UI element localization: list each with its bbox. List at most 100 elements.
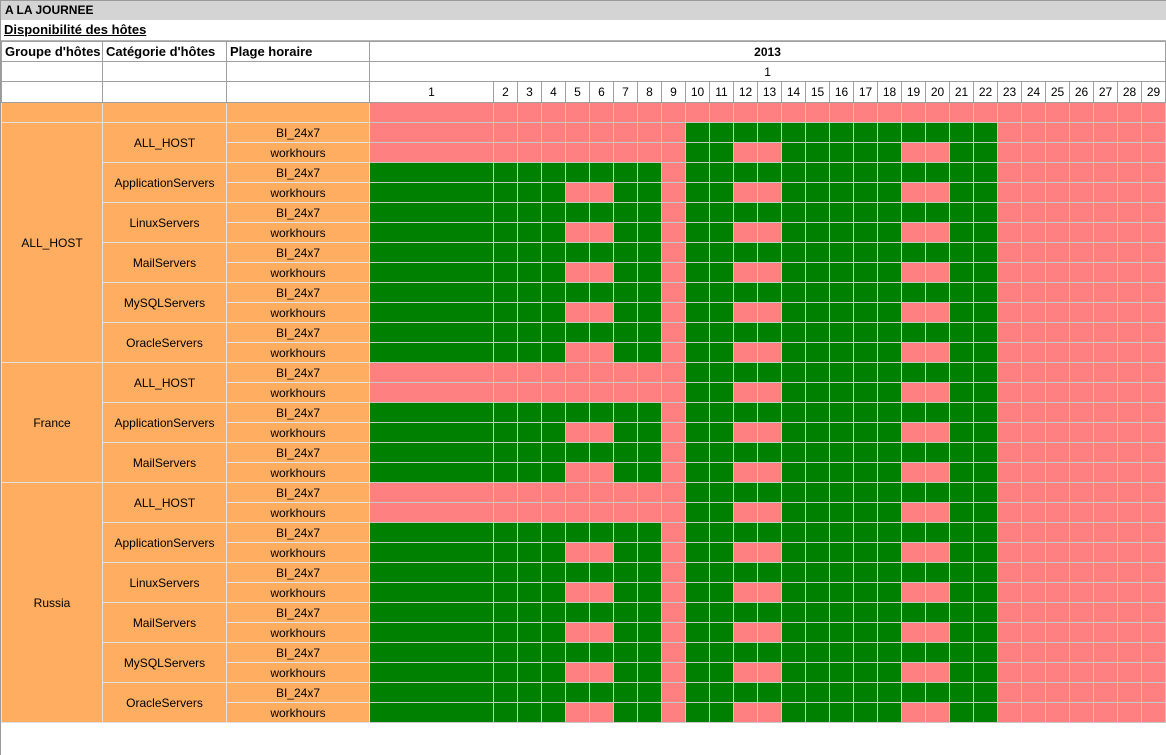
- status-cell-available: [806, 223, 830, 243]
- status-cell-available: [638, 563, 662, 583]
- status-cell-available: [806, 383, 830, 403]
- status-cell-available: [902, 243, 926, 263]
- status-cell-available: [370, 303, 494, 323]
- status-cell-available: [494, 683, 518, 703]
- status-cell-unavailable: [734, 183, 758, 203]
- status-cell-available: [494, 543, 518, 563]
- data-row: OracleServersBI_24x7: [2, 683, 1166, 703]
- timeperiod-cell: BI_24x7: [227, 603, 370, 623]
- day-header: 25: [1046, 82, 1070, 103]
- status-cell-available: [638, 303, 662, 323]
- status-cell-available: [758, 523, 782, 543]
- status-cell-unavailable: [566, 263, 590, 283]
- status-cell-unavailable: [1094, 523, 1118, 543]
- status-cell-available: [782, 643, 806, 663]
- status-cell-unavailable: [782, 103, 806, 123]
- status-cell-unavailable: [1094, 563, 1118, 583]
- status-cell-available: [782, 503, 806, 523]
- status-cell-available: [854, 563, 878, 583]
- status-cell-unavailable: [614, 123, 638, 143]
- category-cell: MailServers: [103, 603, 227, 643]
- status-cell-available: [494, 243, 518, 263]
- status-cell-unavailable: [662, 503, 686, 523]
- status-cell-available: [518, 303, 542, 323]
- status-cell-available: [370, 703, 494, 723]
- status-cell-unavailable: [1142, 583, 1166, 603]
- status-cell-available: [370, 463, 494, 483]
- status-cell-unavailable: [590, 423, 614, 443]
- status-cell-unavailable: [1094, 103, 1118, 123]
- status-cell-available: [950, 463, 974, 483]
- status-cell-unavailable: [1118, 463, 1142, 483]
- status-cell-available: [542, 263, 566, 283]
- status-cell-available: [518, 663, 542, 683]
- status-cell-unavailable: [1118, 443, 1142, 463]
- status-cell-available: [370, 583, 494, 603]
- status-cell-unavailable: [1022, 243, 1046, 263]
- status-cell-unavailable: [1094, 503, 1118, 523]
- status-cell-available: [782, 683, 806, 703]
- status-cell-available: [542, 403, 566, 423]
- status-cell-unavailable: [998, 183, 1022, 203]
- status-cell-unavailable: [998, 503, 1022, 523]
- status-cell-available: [974, 703, 998, 723]
- status-cell-available: [710, 203, 734, 223]
- status-cell-available: [854, 643, 878, 663]
- status-cell-unavailable: [758, 463, 782, 483]
- day-header-row: 1234567891011121314151617181920212223242…: [2, 82, 1166, 103]
- status-cell-unavailable: [662, 483, 686, 503]
- status-cell-unavailable: [1070, 623, 1094, 643]
- status-cell-unavailable: [998, 123, 1022, 143]
- status-cell-unavailable: [1142, 643, 1166, 663]
- status-cell-available: [950, 143, 974, 163]
- status-cell-unavailable: [734, 303, 758, 323]
- category-cell: MySQLServers: [103, 283, 227, 323]
- status-cell-unavailable: [902, 423, 926, 443]
- status-cell-unavailable: [1118, 503, 1142, 523]
- status-cell-unavailable: [902, 223, 926, 243]
- status-cell-unavailable: [1118, 403, 1142, 423]
- status-cell-available: [614, 663, 638, 683]
- status-cell-available: [710, 543, 734, 563]
- availability-report-link[interactable]: Disponibilité des hôtes: [4, 22, 146, 37]
- status-cell-available: [854, 463, 878, 483]
- status-cell-unavailable: [998, 263, 1022, 283]
- status-cell-unavailable: [998, 603, 1022, 623]
- status-cell-unavailable: [758, 223, 782, 243]
- status-cell-unavailable: [1142, 223, 1166, 243]
- status-cell-available: [710, 683, 734, 703]
- status-cell-available: [830, 463, 854, 483]
- status-cell-available: [710, 443, 734, 463]
- status-cell-available: [590, 403, 614, 423]
- status-cell-unavailable: [902, 383, 926, 403]
- status-cell-unavailable: [1046, 523, 1070, 543]
- availability-table: Groupe d'hôtes Catégorie d'hôtes Plage h…: [1, 41, 1166, 723]
- status-cell-unavailable: [1118, 223, 1142, 243]
- status-cell-unavailable: [1022, 543, 1046, 563]
- status-cell-unavailable: [1118, 523, 1142, 543]
- status-cell-available: [974, 523, 998, 543]
- status-cell-unavailable: [1022, 583, 1046, 603]
- status-cell-available: [878, 203, 902, 223]
- status-cell-available: [782, 183, 806, 203]
- status-cell-available: [782, 463, 806, 483]
- status-cell-available: [638, 523, 662, 543]
- status-cell-unavailable: [1142, 303, 1166, 323]
- status-cell-available: [370, 603, 494, 623]
- status-cell-available: [710, 283, 734, 303]
- status-cell-unavailable: [1118, 603, 1142, 623]
- status-cell-available: [902, 283, 926, 303]
- status-cell-unavailable: [1094, 343, 1118, 363]
- status-cell-available: [542, 683, 566, 703]
- status-cell-available: [854, 663, 878, 683]
- status-cell-available: [878, 543, 902, 563]
- empty-header-cell: [103, 62, 227, 82]
- day-header: 7: [614, 82, 638, 103]
- status-cell-unavailable: [1118, 243, 1142, 263]
- status-cell-unavailable: [1070, 443, 1094, 463]
- status-cell-available: [638, 163, 662, 183]
- status-cell-available: [518, 243, 542, 263]
- status-cell-unavailable: [1070, 183, 1094, 203]
- status-cell-unavailable: [758, 183, 782, 203]
- status-cell-available: [806, 563, 830, 583]
